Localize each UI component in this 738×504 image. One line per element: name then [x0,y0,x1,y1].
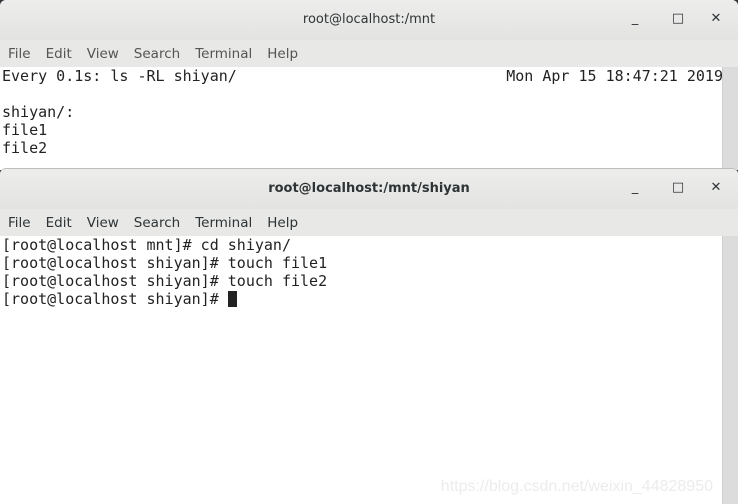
terminal-output[interactable]: [root@localhost mnt]# cd shiyan/ [root@l… [0,236,723,504]
watch-timestamp: Mon Apr 15 18:47:21 2019 [506,67,723,85]
watermark: https://blog.csdn.net/weixin_44828950 [440,478,713,495]
maximize-icon[interactable]: □ [670,11,686,26]
terminal-window-shell: root@localhost:/mnt/shiyan _ □ ✕ File Ed… [0,168,738,504]
menubar: File Edit View Search Terminal Help [0,40,738,67]
output-line: file1 [2,121,48,139]
output-line: shiyan/: [2,103,75,121]
command-line: [root@localhost mnt]# cd shiyan/ [2,236,291,254]
cursor [227,291,237,307]
terminal-window-watch: root@localhost:/mnt _ □ ✕ File Edit View… [0,0,738,170]
menu-view[interactable]: View [87,46,119,62]
close-icon[interactable]: ✕ [708,11,724,26]
menu-file[interactable]: File [8,46,31,62]
menu-view[interactable]: View [87,215,119,231]
output-line: file2 [2,139,48,157]
menu-file[interactable]: File [8,215,31,231]
menu-edit[interactable]: Edit [46,215,72,231]
close-icon[interactable]: ✕ [708,180,724,195]
watch-header: Every 0.1s: ls -RL shiyan/ [2,67,237,85]
scrollbar[interactable] [722,236,738,504]
menu-search[interactable]: Search [134,215,180,231]
menu-terminal[interactable]: Terminal [195,215,252,231]
menu-help[interactable]: Help [267,215,298,231]
minimize-icon[interactable]: _ [627,11,643,26]
menubar: File Edit View Search Terminal Help [0,209,738,236]
titlebar[interactable]: root@localhost:/mnt/shiyan _ □ ✕ [0,169,738,209]
command-line: [root@localhost shiyan]# touch file2 [2,272,328,290]
menu-search[interactable]: Search [134,46,180,62]
command-line: [root@localhost shiyan]# touch file1 [2,254,328,272]
prompt: [root@localhost shiyan]# [2,290,228,308]
menu-help[interactable]: Help [267,46,298,62]
menu-edit[interactable]: Edit [46,46,72,62]
menu-terminal[interactable]: Terminal [195,46,252,62]
titlebar[interactable]: root@localhost:/mnt _ □ ✕ [0,0,738,40]
maximize-icon[interactable]: □ [670,180,686,195]
minimize-icon[interactable]: _ [627,180,643,195]
terminal-output[interactable]: Every 0.1s: ls -RL shiyan/Mon Apr 15 18:… [0,67,723,170]
scrollbar[interactable] [722,67,738,170]
